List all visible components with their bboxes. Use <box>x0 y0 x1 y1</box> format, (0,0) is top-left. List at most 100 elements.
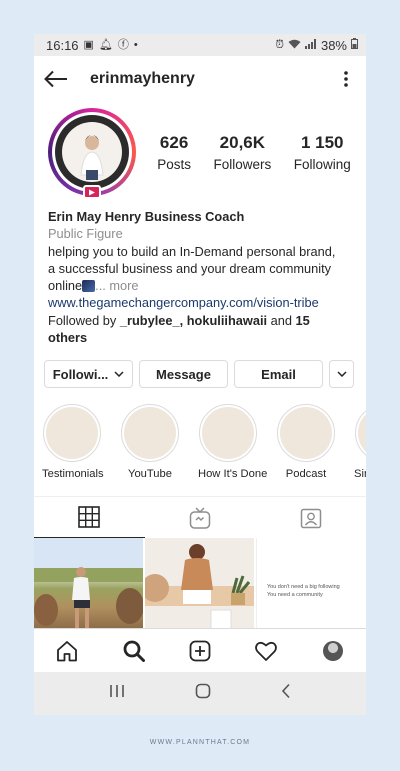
highlight-item[interactable]: Simp <box>354 404 366 480</box>
nav-profile[interactable] <box>317 635 349 667</box>
tab-tagged[interactable] <box>255 497 366 538</box>
suggested-accounts-button[interactable] <box>329 360 354 389</box>
following-label: Followi... <box>52 366 109 382</box>
dot-icon: • <box>133 38 138 51</box>
followers-stat[interactable]: 20,6K Followers <box>213 133 271 172</box>
profile-header: erinmayhenry <box>34 56 366 102</box>
stat-label: Posts <box>157 156 191 172</box>
highlight-label: Simp <box>354 468 366 481</box>
profile-tabs <box>34 496 366 539</box>
story-highlights: Testimonials YouTube How It's Done Podca… <box>34 388 366 480</box>
posts-stat[interactable]: 626 Posts <box>157 133 191 172</box>
highlight-item[interactable]: Podcast <box>276 404 336 480</box>
posts-grid: You don't need a big following You need … <box>34 538 366 631</box>
highlight-cover <box>358 407 366 460</box>
post-photo-living-room <box>145 538 254 631</box>
status-time: 16:16 <box>46 37 79 53</box>
nav-activity[interactable] <box>250 635 282 667</box>
message-button[interactable]: Message <box>139 360 228 389</box>
following-button[interactable]: Followi... <box>44 360 133 389</box>
stat-value: 20,6K <box>219 132 266 152</box>
highlight-label: Testimonials <box>42 468 104 481</box>
back-button-icon[interactable] <box>281 683 291 704</box>
following-stat[interactable]: 1 150 Following <box>294 133 351 172</box>
stat-value: 1 150 <box>300 132 344 152</box>
profile-bio: Erin May Henry Business Coach Public Fig… <box>34 196 366 346</box>
highlight-cover <box>46 407 98 460</box>
profile-actions: Followi... Message Email <box>34 346 366 389</box>
profile-username: erinmayhenry <box>90 70 195 87</box>
home-button-icon[interactable] <box>195 683 211 704</box>
tagged-icon <box>300 508 321 529</box>
profile-avatar-icon <box>322 640 343 661</box>
post-thumbnail[interactable] <box>34 538 143 631</box>
stat-value: 626 <box>159 132 189 152</box>
bio-line: a successful business and your dream com… <box>48 260 332 276</box>
followed-by-and: and <box>267 312 296 328</box>
gallery-icon: ▣ <box>83 38 94 51</box>
post-text-line: You need a community <box>267 592 323 599</box>
bio-more-link[interactable]: ... more <box>95 278 138 293</box>
bio-line: helping you to build an In-Demand person… <box>48 243 336 259</box>
post-text-quote: You don't need a big following You need … <box>267 583 340 599</box>
nav-home[interactable] <box>51 635 83 667</box>
email-button[interactable]: Email <box>234 360 323 389</box>
highlight-cover <box>280 407 332 460</box>
followed-by[interactable]: Followed by _rubylee_, hokuliihawaii and… <box>48 312 352 347</box>
home-icon <box>57 640 78 661</box>
post-photo-vineyard <box>34 538 143 629</box>
more-options-icon[interactable] <box>338 67 354 91</box>
android-navigation-bar <box>34 672 366 715</box>
heart-icon <box>255 641 278 661</box>
chevron-down-icon <box>114 371 124 378</box>
igtv-badge-icon <box>83 185 101 199</box>
bio-line-last: online ... more <box>48 277 352 294</box>
stat-label: Following <box>293 156 351 172</box>
igtv-icon <box>189 507 211 529</box>
profile-avatar-story[interactable] <box>48 108 136 199</box>
alarm-icon: ⏰︎ <box>275 38 284 51</box>
highlight-item[interactable]: YouTube <box>120 404 180 480</box>
phone-screen: 16:16 ▣ 🔔︎ ⓕ • ⏰︎ 38% erinmayhenry 626 P… <box>34 34 366 715</box>
bio-line: online <box>48 278 83 294</box>
profile-summary: 626 Posts 20,6K Followers 1 150 Followin… <box>34 102 366 199</box>
tab-grid[interactable] <box>34 497 145 539</box>
battery-icon <box>351 38 358 52</box>
bottom-navigation <box>34 628 366 672</box>
wifi-icon <box>288 39 301 52</box>
profile-avatar <box>55 115 129 189</box>
nav-create[interactable] <box>184 635 216 667</box>
signal-icon <box>304 38 317 52</box>
chevron-down-icon <box>336 371 347 378</box>
stat-label: Followers <box>213 156 272 172</box>
recent-apps-icon[interactable] <box>109 684 125 703</box>
post-thumbnail[interactable]: You don't need a big following You need … <box>256 538 366 631</box>
profile-display-name: Erin May Henry Business Coach <box>48 209 245 224</box>
highlight-cover <box>124 407 176 460</box>
highlight-label: Podcast <box>285 468 327 481</box>
grid-icon <box>78 506 101 529</box>
status-bar: 16:16 ▣ 🔔︎ ⓕ • ⏰︎ 38% <box>34 34 366 56</box>
highlight-label: YouTube <box>128 468 172 481</box>
add-post-icon <box>189 640 211 661</box>
footer-website: WWW.PLANNTHAT.COM <box>149 739 251 746</box>
highlight-item[interactable]: How It's Done <box>198 404 268 481</box>
highlight-cover <box>202 407 254 460</box>
bio-website-link[interactable]: www.thegamechangercompany.com/vision-tri… <box>48 294 352 311</box>
highlight-label: How It's Done <box>198 468 268 481</box>
bell-icon: 🔔︎ <box>98 38 113 51</box>
facebook-icon: ⓕ <box>117 38 129 51</box>
tab-igtv[interactable] <box>145 497 256 538</box>
post-text-line: You don't need a big following <box>267 584 340 591</box>
followed-by-users: _rubylee_, hokuliihawaii <box>119 312 268 328</box>
profile-category: Public Figure <box>48 226 123 242</box>
back-arrow-icon[interactable] <box>44 67 68 91</box>
battery-percent: 38% <box>320 37 347 53</box>
followed-by-prefix: Followed by <box>48 312 120 328</box>
search-icon <box>123 640 145 662</box>
nav-search[interactable] <box>118 635 150 667</box>
post-thumbnail[interactable] <box>145 538 254 631</box>
profile-stats: 626 Posts 20,6K Followers 1 150 Followin… <box>146 133 366 172</box>
sparkle-emoji-icon <box>82 280 96 293</box>
highlight-item[interactable]: Testimonials <box>42 404 104 481</box>
